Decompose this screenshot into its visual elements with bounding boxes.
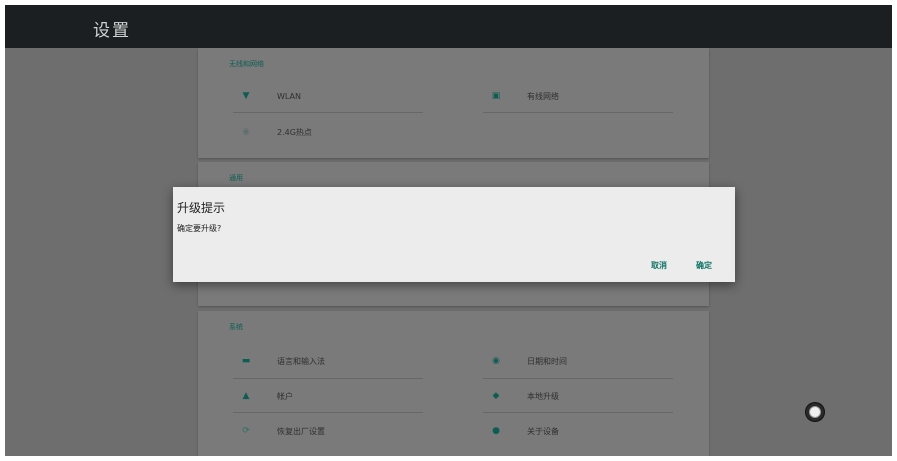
settings-item-label: 恢复出厂设置 — [277, 426, 325, 436]
wireless-network-card: 无线和网络 ▼ WLAN ▣ 有线网络 ◉ 2.4G热点 — [198, 48, 709, 158]
account-icon: ▲ — [242, 391, 250, 401]
settings-item-label: 本地升级 — [527, 391, 559, 401]
wifi-icon: ▼ — [242, 91, 250, 101]
dialog-message: 确定要升级? — [177, 224, 222, 233]
settings-item-account[interactable]: ▲ 帐户 — [233, 380, 293, 412]
settings-item-language[interactable]: ▬ 语言和输入法 — [233, 345, 325, 377]
settings-item-label: 日期和时间 — [527, 356, 567, 366]
cancel-button[interactable]: 取消 — [651, 260, 667, 271]
info-icon: ● — [492, 426, 500, 436]
settings-item-hotspot[interactable]: ◉ 2.4G热点 — [233, 116, 312, 148]
floating-button[interactable] — [806, 403, 824, 421]
settings-item-label: 有线网络 — [527, 91, 559, 101]
divider — [233, 412, 423, 413]
wireless-section-header: 无线和网络 — [229, 60, 264, 68]
settings-item-factory-reset[interactable]: ⟳ 恢复出厂设置 — [233, 415, 325, 447]
ethernet-icon: ▣ — [491, 91, 501, 101]
divider — [233, 378, 423, 379]
upgrade-dialog: 升级提示 确定要升级? 取消 确定 — [173, 187, 735, 282]
settings-item-label: 帐户 — [277, 391, 293, 401]
system-card: 系统 ▬ 语言和输入法 ◉ 日期和时间 ▲ 帐户 ◆ 本地升级 ⟳ 恢复出厂设置… — [198, 311, 709, 456]
divider — [483, 378, 673, 379]
keyboard-icon: ▬ — [241, 356, 251, 366]
divider — [483, 112, 673, 113]
settings-item-label: 2.4G热点 — [277, 127, 312, 137]
page-title: 设置 — [93, 21, 131, 41]
general-section-header: 通用 — [229, 174, 243, 182]
settings-item-ethernet[interactable]: ▣ 有线网络 — [483, 80, 559, 112]
hotspot-icon: ◉ — [242, 127, 250, 137]
settings-screen: 设置 无线和网络 ▼ WLAN ▣ 有线网络 ◉ 2.4G热点 通用 系统 ▬ … — [5, 5, 892, 456]
settings-item-local-upgrade[interactable]: ◆ 本地升级 — [483, 380, 559, 412]
confirm-button[interactable]: 确定 — [696, 260, 712, 271]
restore-icon: ⟳ — [242, 426, 250, 436]
upgrade-icon: ◆ — [492, 391, 500, 401]
settings-item-label: 语言和输入法 — [277, 356, 325, 366]
settings-item-about-device[interactable]: ● 关于设备 — [483, 415, 559, 447]
settings-item-label: WLAN — [277, 91, 302, 101]
system-section-header: 系统 — [229, 323, 243, 331]
app-bar: 设置 — [5, 5, 892, 48]
clock-icon: ◉ — [492, 356, 500, 366]
settings-item-date-time[interactable]: ◉ 日期和时间 — [483, 345, 567, 377]
divider — [233, 112, 423, 113]
settings-item-label: 关于设备 — [527, 426, 559, 436]
settings-item-wlan[interactable]: ▼ WLAN — [233, 80, 301, 112]
circle-icon — [809, 406, 821, 418]
dialog-title: 升级提示 — [177, 201, 226, 215]
divider — [483, 412, 673, 413]
